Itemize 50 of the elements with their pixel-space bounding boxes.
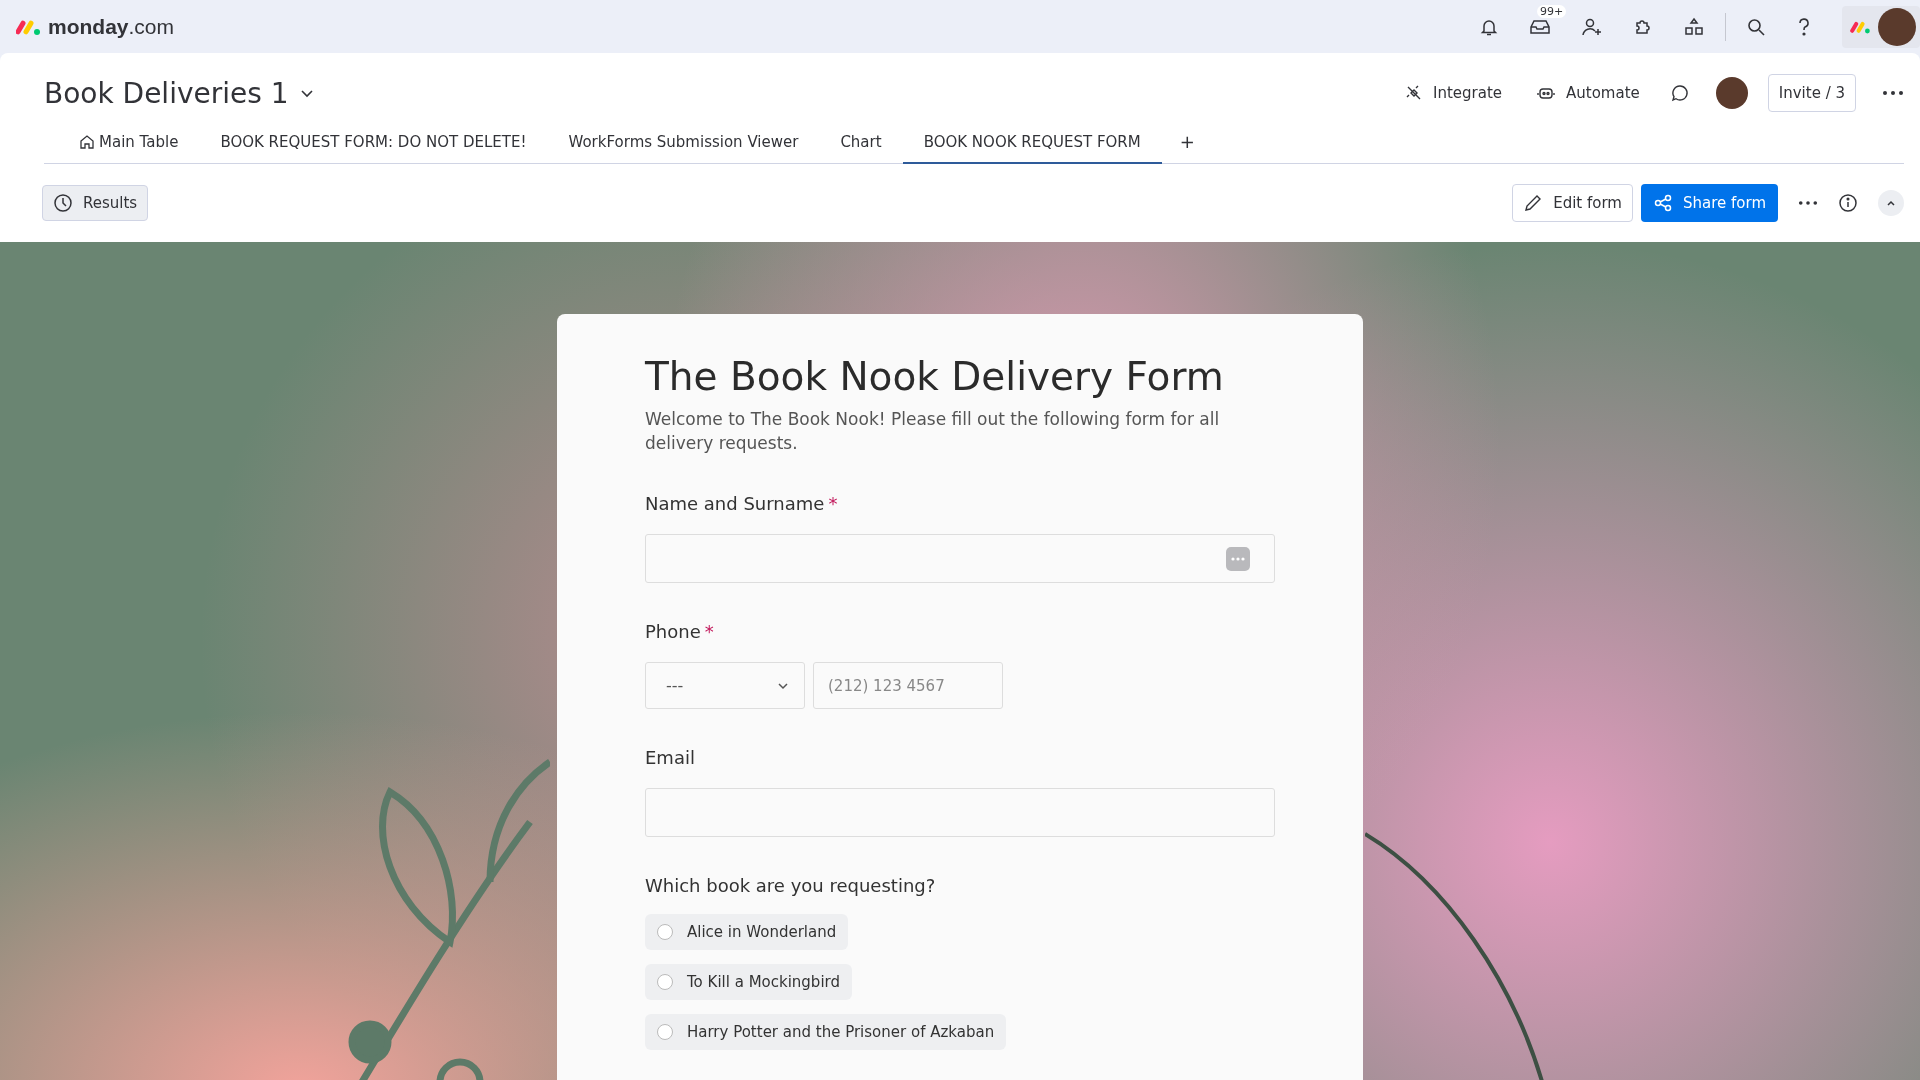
apps-icon[interactable] xyxy=(1683,16,1705,37)
more-icon[interactable] xyxy=(1798,200,1818,206)
avatar[interactable] xyxy=(1715,77,1748,109)
invite-person-icon[interactable] xyxy=(1581,16,1603,37)
share-icon xyxy=(1652,193,1673,213)
radio-option[interactable]: Alice in Wonderland xyxy=(645,914,849,950)
view-tab[interactable]: BOOK REQUEST FORM: DO NOT DELETE! xyxy=(199,121,548,164)
invite-button[interactable]: Invite / 3 xyxy=(1767,74,1856,112)
country-code-dropdown[interactable]: --- xyxy=(645,662,805,709)
results-button[interactable]: Results xyxy=(42,185,149,221)
view-tab[interactable]: Chart xyxy=(819,121,903,164)
field-label: Phone * xyxy=(645,621,715,642)
avatar[interactable] xyxy=(1878,7,1916,46)
form-description: Welcome to The Book Nook! Please fill out the following form for all delivery requests. xyxy=(645,408,1221,455)
field-label: Which book are you requesting? xyxy=(645,875,937,896)
home-icon xyxy=(79,133,95,150)
text-field[interactable] xyxy=(645,788,1275,837)
phone-field[interactable]: (212) 123 4567 xyxy=(813,662,1003,709)
clock-icon xyxy=(53,193,73,213)
info-icon[interactable] xyxy=(1838,193,1858,213)
form-title: The Book Nook Delivery Form xyxy=(645,354,1225,399)
field-label: Email xyxy=(645,747,696,768)
notification-badge: 99+ xyxy=(1537,4,1567,18)
radio-button[interactable] xyxy=(657,924,673,940)
share-form-button[interactable]: Share form xyxy=(1640,184,1778,222)
integrate-button[interactable]: Integrate xyxy=(1401,80,1507,106)
view-tab[interactable]: Main Table xyxy=(58,121,200,164)
radio-option[interactable]: To Kill a Mockingbird xyxy=(645,964,852,1000)
more-icon[interactable] xyxy=(1882,90,1904,96)
radio-option[interactable]: Harry Potter and the Prisoner of Azkaban xyxy=(645,1014,1007,1050)
option-label: Alice in Wonderland xyxy=(687,923,837,941)
radio-button[interactable] xyxy=(657,1024,673,1040)
option-label: To Kill a Mockingbird xyxy=(687,973,840,991)
help-icon[interactable] xyxy=(1796,16,1812,37)
logo-text[interactable]: monday.com xyxy=(48,14,175,39)
radio-button[interactable] xyxy=(657,974,673,990)
view-tab[interactable]: WorkForms Submission Viewer xyxy=(547,121,820,164)
plug-icon xyxy=(1405,84,1423,102)
collapse-button[interactable] xyxy=(1878,190,1904,216)
edit-form-button[interactable]: Edit form xyxy=(1512,184,1633,222)
board-title[interactable]: Book Deliveries 1 xyxy=(44,76,289,110)
option-label: Harry Potter and the Prisoner of Azkaban xyxy=(687,1023,995,1041)
search-icon[interactable] xyxy=(1746,16,1766,37)
text-field[interactable] xyxy=(645,534,1275,583)
field-label: Name and Surname * xyxy=(645,493,839,514)
automate-button[interactable]: Automate xyxy=(1532,80,1644,106)
view-tab[interactable]: BOOK NOOK REQUEST FORM xyxy=(902,121,1162,164)
comment-icon[interactable] xyxy=(1669,83,1690,103)
account-switcher[interactable] xyxy=(1842,5,1920,48)
add-view-button[interactable]: + xyxy=(1161,121,1213,164)
